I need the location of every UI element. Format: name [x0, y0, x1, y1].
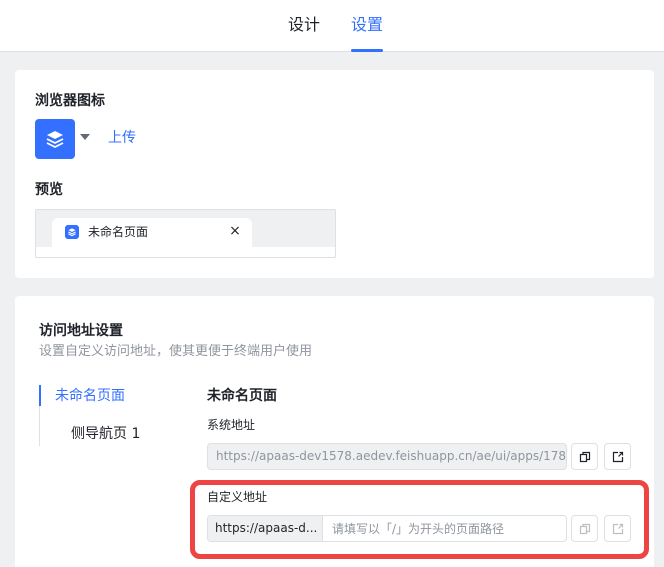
copy-system-url-button[interactable]: [571, 443, 598, 470]
custom-url-prefix: https://apaas-d...: [208, 516, 323, 541]
page-nav-item-untitled[interactable]: 未命名页面: [55, 387, 125, 405]
upload-button[interactable]: 上传: [108, 129, 136, 147]
tab-design[interactable]: 设计: [288, 15, 320, 35]
preview-tab-label: 未命名页面: [88, 225, 149, 239]
custom-url-input-group: https://apaas-d...: [207, 515, 567, 542]
close-icon: ×: [229, 223, 241, 239]
copy-icon: [579, 451, 590, 462]
open-custom-url-button[interactable]: [604, 515, 631, 542]
top-tab-bar: 设计 设置: [0, 0, 664, 52]
access-section-subtitle: 设置自定义访问地址，使其更便于终端用户使用: [39, 344, 313, 359]
nav-active-indicator: [39, 385, 41, 406]
system-url-label: 系统地址: [207, 418, 256, 432]
preview-tab: 未命名页面 ×: [52, 218, 252, 247]
favicon-section-title: 浏览器图标: [35, 93, 105, 109]
layers-icon: [65, 225, 79, 239]
chevron-down-icon[interactable]: [80, 134, 90, 140]
layers-icon: [46, 131, 64, 148]
external-link-icon: [612, 451, 623, 462]
access-section-title: 访问地址设置: [39, 323, 123, 339]
custom-url-label: 自定义地址: [207, 490, 268, 504]
preview-tab-strip: 未命名页面 ×: [36, 210, 335, 247]
page-nav-item-sidebar-1[interactable]: 侧导航页 1: [71, 425, 140, 443]
external-link-icon: [612, 523, 623, 534]
system-url-field: https://apaas-dev1578.aedev.feishuapp.cn…: [207, 443, 567, 470]
copy-custom-url-button[interactable]: [571, 515, 598, 542]
favicon-card: 浏览器图标 上传 预览 未命名页面 ×: [15, 70, 654, 278]
nav-divider: [39, 406, 40, 446]
copy-icon: [579, 523, 590, 534]
custom-url-path-input[interactable]: [324, 516, 566, 541]
browser-tab-preview: 未命名页面 ×: [35, 209, 336, 258]
open-system-url-button[interactable]: [604, 443, 631, 470]
favicon-picker[interactable]: [35, 119, 75, 159]
selected-page-title: 未命名页面: [207, 388, 277, 404]
active-tab-indicator: [351, 49, 383, 52]
preview-section-title: 预览: [35, 182, 63, 198]
tab-settings[interactable]: 设置: [351, 15, 383, 35]
